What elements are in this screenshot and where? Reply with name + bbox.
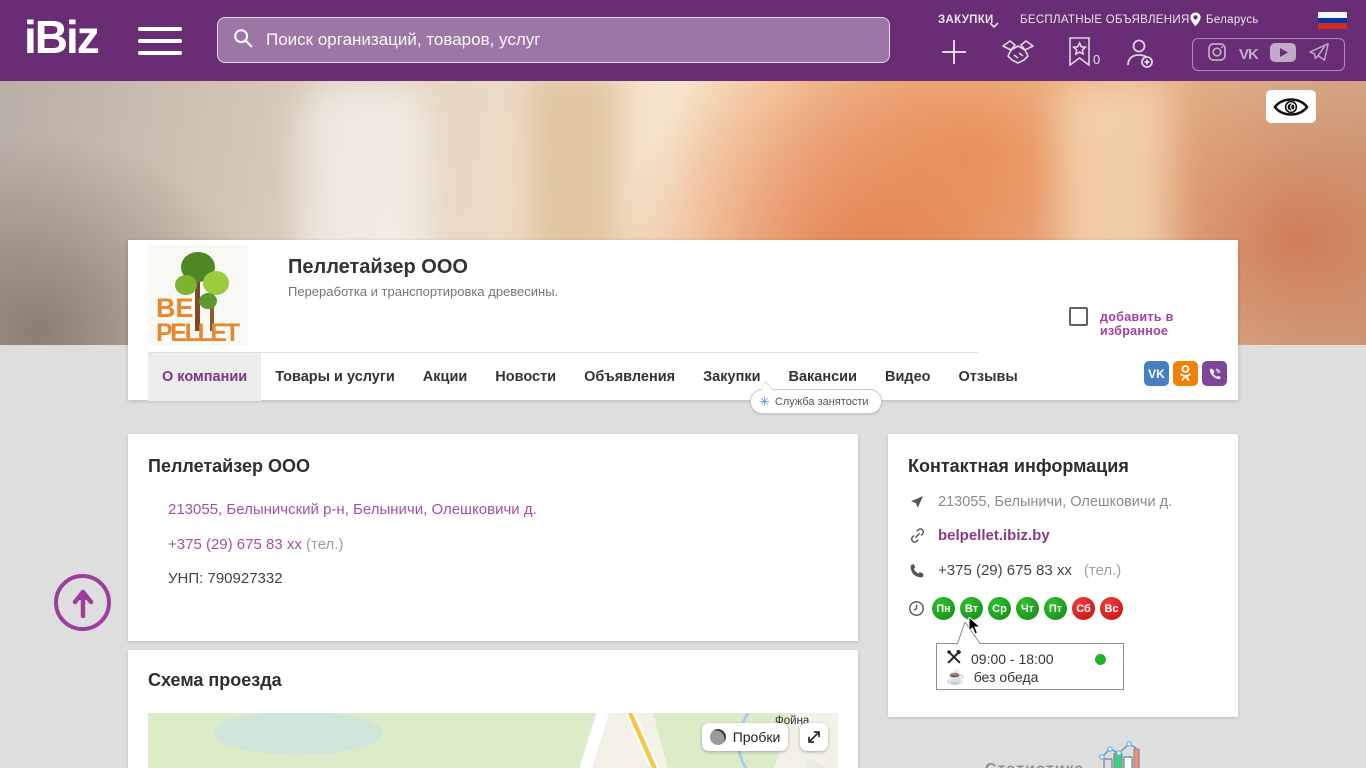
- search-icon: [232, 27, 254, 54]
- vacancies-tooltip-text: Служба занятости: [775, 396, 869, 408]
- youtube-icon[interactable]: [1270, 43, 1296, 67]
- statistics-section[interactable]: Статистика: [985, 740, 1140, 768]
- search-input[interactable]: [266, 30, 875, 50]
- employment-service-icon: ✳: [759, 394, 770, 410]
- favorite-checkbox[interactable]: [1069, 307, 1088, 326]
- odnoklassniki-button[interactable]: [1173, 361, 1198, 386]
- company-social-links: VK: [1144, 361, 1227, 386]
- day-wednesday[interactable]: Ср: [988, 597, 1011, 620]
- schedule-hours-row: 09:00 - 18:00: [946, 649, 1054, 668]
- free-ads-link[interactable]: БЕСПЛАТНЫЕ ОБЪЯВЛЕНИЯ: [1020, 14, 1190, 26]
- day-thursday[interactable]: Чт: [1016, 597, 1039, 620]
- handshake-icon[interactable]: [1000, 38, 1036, 73]
- site-logo[interactable]: iBiz: [24, 10, 98, 64]
- contact-address-row: 213055, Белыничи, Олешковичи д.: [908, 494, 1172, 510]
- vk-icon[interactable]: VK: [1239, 46, 1258, 63]
- hamburger-menu-icon[interactable]: [138, 27, 182, 55]
- mouse-cursor: [968, 617, 981, 640]
- company-phone[interactable]: +375 (29) 675 83 xx (тел.): [168, 536, 343, 553]
- contact-phone-row: +375 (29) 675 83 xx (тел.): [908, 562, 1121, 579]
- day-sunday[interactable]: Вс: [1100, 597, 1123, 620]
- website-link[interactable]: belpellet.ibiz.by: [938, 527, 1050, 544]
- about-card-title: Пеллетайзер ООО: [148, 456, 310, 477]
- coffee-cup-icon: ☕: [946, 670, 965, 685]
- day-saturday[interactable]: Сб: [1072, 597, 1095, 620]
- traffic-toggle-button[interactable]: Пробки: [702, 723, 788, 751]
- bookmark-star-icon[interactable]: [1066, 36, 1093, 73]
- statistics-label: Статистика: [985, 761, 1084, 768]
- page: iBiz ЗАКУПКИ БЕСПЛАТНЫЕ ОБЪЯВЛЕНИЯ Белар…: [0, 0, 1366, 768]
- tab-products[interactable]: Товары и услуги: [261, 353, 409, 401]
- day-monday[interactable]: Пн: [932, 597, 955, 620]
- about-company-card: Пеллетайзер ООО 213055, Белыничский р-н,…: [128, 434, 858, 641]
- company-description: Переработка и транспортировка древесины.: [288, 284, 558, 299]
- route-card-title: Схема проезда: [148, 670, 282, 691]
- add-user-icon[interactable]: [1122, 36, 1156, 75]
- company-name: Пеллетайзер ООО: [288, 256, 468, 279]
- tab-reviews[interactable]: Отзывы: [945, 353, 1032, 401]
- schedule-lunch-row: ☕ без обеда: [946, 669, 1038, 685]
- header-social-links: VK: [1192, 38, 1345, 71]
- region-selector[interactable]: Беларусь: [1206, 14, 1259, 26]
- accessibility-eye-button[interactable]: [1266, 90, 1316, 123]
- add-plus-icon[interactable]: [938, 36, 970, 73]
- top-header: iBiz ЗАКУПКИ БЕСПЛАТНЫЕ ОБЪЯВЛЕНИЯ Белар…: [0, 0, 1366, 81]
- clock-icon: [908, 600, 925, 622]
- search-bar: [217, 17, 890, 63]
- tab-video[interactable]: Видео: [871, 353, 945, 401]
- svg-text:PELLET: PELLET: [156, 319, 240, 345]
- phone-icon: [908, 563, 926, 579]
- vacancies-tooltip: ✳ Служба занятости: [750, 389, 882, 414]
- vk-button[interactable]: VK: [1144, 361, 1169, 386]
- schedule-tooltip: 09:00 - 18:00 ☕ без обеда: [936, 643, 1124, 690]
- company-logo: BE PELLET: [148, 245, 248, 345]
- open-now-indicator: [1095, 654, 1106, 665]
- day-friday[interactable]: Пт: [1044, 597, 1067, 620]
- company-address-link[interactable]: 213055, Белыничский р-н, Белыничи, Олешк…: [168, 501, 537, 518]
- contact-card-title: Контактная информация: [908, 456, 1129, 477]
- route-map-card: Схема проезда Фойна: [128, 650, 858, 768]
- bookmark-count: 0: [1093, 52, 1100, 67]
- tab-news[interactable]: Новости: [481, 353, 570, 401]
- scroll-to-top-button[interactable]: [54, 574, 111, 631]
- working-days: Пн Вт Ср Чт Пт Сб Вс: [932, 597, 1123, 620]
- contact-website-row: belpellet.ibiz.by: [908, 527, 1050, 544]
- location-pin-icon: [1189, 12, 1202, 32]
- russian-flag-icon[interactable]: [1318, 12, 1347, 29]
- favorite-label[interactable]: добавить в избранное: [1100, 310, 1238, 338]
- map-canvas[interactable]: Фойна Пробки: [148, 713, 838, 768]
- instagram-icon[interactable]: [1207, 42, 1227, 67]
- tab-ads[interactable]: Объявления: [570, 353, 689, 401]
- work-tools-icon: [946, 649, 962, 668]
- navigation-arrow-icon: [908, 494, 926, 510]
- company-header-card: BE PELLET Пеллетайзер ООО Переработка и …: [128, 240, 1238, 400]
- viber-button[interactable]: [1202, 361, 1227, 386]
- tab-about[interactable]: О компании: [148, 353, 261, 401]
- map-fullscreen-button[interactable]: [800, 723, 828, 751]
- company-unp: УНП: 790927332: [168, 570, 283, 587]
- telegram-icon[interactable]: [1308, 42, 1330, 67]
- chevron-down-icon: [989, 16, 999, 34]
- traffic-light-icon: [710, 729, 726, 745]
- link-icon: [908, 527, 926, 544]
- tab-promotions[interactable]: Акции: [409, 353, 481, 401]
- procurement-menu[interactable]: ЗАКУПКИ: [938, 14, 994, 26]
- statistics-chart-icon: [1096, 740, 1140, 768]
- contact-info-card: Контактная информация 213055, Белыничи, …: [888, 434, 1238, 717]
